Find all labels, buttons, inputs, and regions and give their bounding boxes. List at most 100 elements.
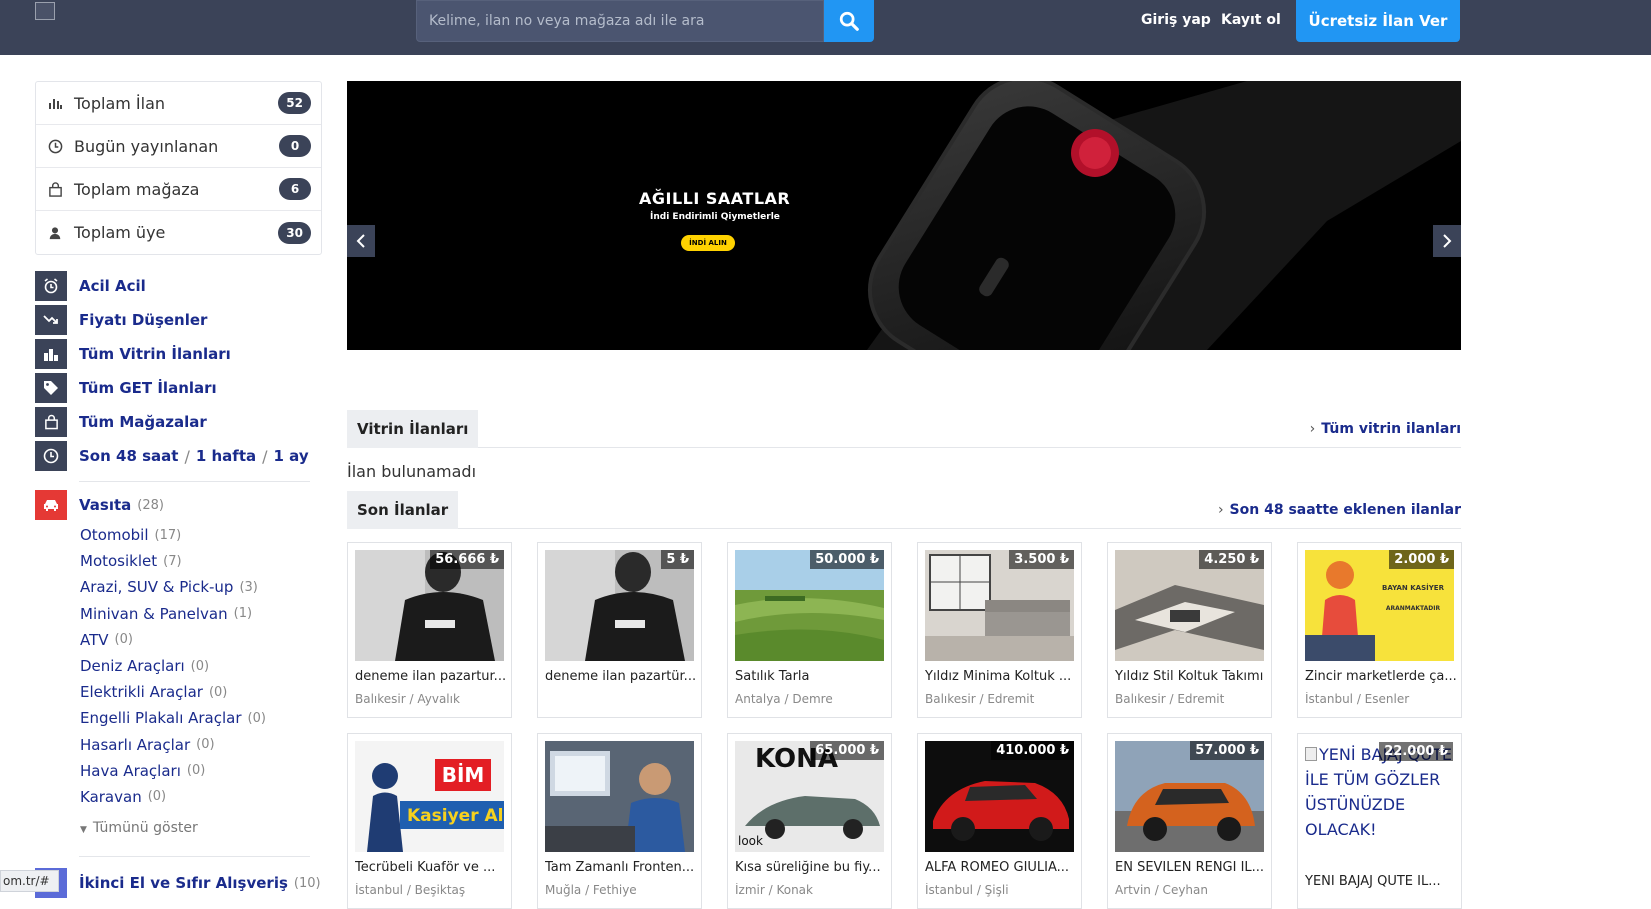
chevron-right-icon: › <box>1217 502 1224 518</box>
smartwatch-image <box>867 81 1461 350</box>
listing-thumbnail <box>545 741 694 852</box>
stat-total-members: Toplam üye 30 <box>36 211 321 254</box>
listing-card[interactable]: 3.500 ₺ Yıldız Minima Koltuk ... Balıkes… <box>917 542 1082 718</box>
quick-link-get[interactable]: Tüm GET İlanları <box>35 371 310 405</box>
listing-card[interactable]: Tam Zamanlı Fronten... Muğla / Fethiye <box>537 733 702 909</box>
listing-card[interactable]: 57.000 ₺ EN SEVİLEN RENGİ İL... Artvin /… <box>1107 733 1272 909</box>
listing-title: Zincir marketlerde ça... <box>1305 669 1457 684</box>
price-badge: 410.000 ₺ <box>991 741 1074 760</box>
site-logo[interactable] <box>35 2 55 20</box>
listing-title: Yıldız Minima Koltuk ... <box>925 669 1072 684</box>
subcategory-item[interactable]: Hava Araçları (0) <box>80 758 266 784</box>
link-label: Tüm vitrin ilanları <box>1321 421 1461 437</box>
quick-link-label: Tüm Vitrin İlanları <box>79 345 231 363</box>
subcategory-count: (0) <box>208 684 228 700</box>
tab-showcase[interactable]: Vitrin İlanları <box>347 410 479 448</box>
subcategory-item[interactable]: ATV (0) <box>80 627 266 653</box>
quick-link-urgent[interactable]: Acil Acil <box>35 269 310 303</box>
banner-next-button[interactable] <box>1433 225 1461 257</box>
subcategory-label: Elektrikli Araçlar <box>80 683 203 702</box>
listing-card[interactable]: 4.250 ₺ Yıldız Stil Koltuk Takımı Balıke… <box>1107 542 1272 718</box>
listing-location: Balıkesir / Ayvalık <box>355 692 460 706</box>
listing-location: Muğla / Fethiye <box>545 883 637 897</box>
ad-text-bayan: BAYAN KASİYER <box>1382 583 1445 592</box>
listing-location: İzmir / Konak <box>735 883 813 897</box>
subcategory-item[interactable]: Minivan & Panelvan (1) <box>80 601 266 627</box>
show-all-link[interactable]: ▼ Tümünü göster <box>80 820 198 836</box>
user-icon <box>48 226 74 240</box>
time-link-1-month[interactable]: 1 ay <box>274 447 309 465</box>
category-count: (10) <box>293 875 321 891</box>
listing-title: YENİ BAJAJ QUTE İL... <box>1305 874 1441 889</box>
subcategory-item[interactable]: Karavan (0) <box>80 784 266 810</box>
stat-label: Toplam İlan <box>74 93 166 113</box>
last-48h-link[interactable]: › Son 48 saatte eklenen ilanlar <box>1218 491 1461 529</box>
price-badge: 5 ₺ <box>661 550 694 569</box>
listing-title: Tam Zamanlı Fronten... <box>545 860 695 875</box>
divider <box>79 856 310 857</box>
listing-card[interactable]: 50.000 ₺ Satılık Tarla Antalya / Demre <box>727 542 892 718</box>
listing-location: İstanbul / Şişli <box>925 883 1009 897</box>
login-link[interactable]: Giriş yap <box>1141 12 1211 28</box>
listing-thumbnail: 57.000 ₺ <box>1115 741 1264 852</box>
listing-thumbnail: 410.000 ₺ <box>925 741 1074 852</box>
subcategory-item[interactable]: Engelli Plakalı Araçlar (0) <box>80 705 266 731</box>
listing-thumbnail: 3.500 ₺ <box>925 550 1074 661</box>
subcategory-item[interactable]: Otomobil (17) <box>80 522 266 548</box>
listing-card[interactable]: 5 ₺ deneme ilan pazartür... <box>537 542 702 718</box>
price-badge: 4.250 ₺ <box>1199 550 1264 569</box>
subcategory-item[interactable]: Arazi, SUV & Pick-up (3) <box>80 574 266 600</box>
time-link-48h[interactable]: Son 48 saat <box>79 447 178 465</box>
latest-section-header: Son İlanlar › Son 48 saatte eklenen ilanl… <box>347 491 1461 529</box>
price-badge: 3.500 ₺ <box>1009 550 1074 569</box>
time-link-1-week[interactable]: 1 hafta <box>196 447 256 465</box>
empty-state-message: İlan bulunamadı <box>347 462 477 481</box>
listing-location: İstanbul / Beşiktaş <box>355 883 466 897</box>
subcategory-count: (0) <box>190 658 210 674</box>
listing-thumbnail: KONA look 65.000 ₺ <box>735 741 884 852</box>
post-free-ad-button[interactable]: Ücretsiz İlan Ver <box>1296 0 1460 42</box>
category-title: Vasıta <box>79 496 132 514</box>
listing-card[interactable]: BİM Kasiyer Al Tecrübeli Kuaför ve ... İs… <box>347 733 512 909</box>
ad-text-aranmaktadir: ARANMAKTADIR <box>1386 605 1441 612</box>
price-badge: 57.000 ₺ <box>1190 741 1264 760</box>
price-badge: 50.000 ₺ <box>810 550 884 569</box>
listing-card[interactable]: KONA look 65.000 ₺ Kısa süreliğine bu fiy… <box>727 733 892 909</box>
category-shopping[interactable]: İkinci El ve Sıfır Alışveriş (10) <box>35 868 321 898</box>
subcategory-item[interactable]: Elektrikli Araçlar (0) <box>80 679 266 705</box>
subcategory-count: (0) <box>247 710 266 726</box>
category-title: İkinci El ve Sıfır Alışveriş <box>79 874 288 892</box>
listing-card[interactable]: 56.666 ₺ deneme ilan pazartur... Balıkes… <box>347 542 512 718</box>
subcategory-item[interactable]: Motosiklet (7) <box>80 548 266 574</box>
listing-card[interactable]: YENİ BAJAJ QUTE İLE TÜM GÖZLER ÜSTÜNÜZDE… <box>1297 733 1462 909</box>
subcategory-item[interactable]: Deniz Araçları (0) <box>80 653 266 679</box>
register-link[interactable]: Kayıt ol <box>1221 12 1281 28</box>
listing-card[interactable]: 410.000 ₺ ALFA ROMEO GIULIA... İstanbul … <box>917 733 1082 909</box>
shopping-bag-icon <box>48 181 74 197</box>
search-button[interactable] <box>824 0 874 42</box>
subcategory-item[interactable]: Hasarlı Araçlar (0) <box>80 732 266 758</box>
tab-latest[interactable]: Son İlanlar <box>347 491 459 529</box>
stat-today-published: Bugün yayınlanan 0 <box>36 125 321 168</box>
shopping-bag-icon <box>35 407 67 437</box>
site-stats-box: Toplam İlan 52 Bugün yayınlanan 0 Toplam… <box>35 81 322 255</box>
banner-prev-button[interactable] <box>347 225 375 257</box>
search-icon <box>839 11 859 31</box>
quick-link-stores[interactable]: Tüm Mağazalar <box>35 405 310 439</box>
listing-card[interactable]: BAYAN KASİYER ARANMAKTADIR 2.000 ₺ Zincir… <box>1297 542 1462 718</box>
all-showcase-link[interactable]: › Tüm vitrin ilanları <box>1310 410 1461 448</box>
quick-link-showcase[interactable]: Tüm Vitrin İlanları <box>35 337 310 371</box>
stat-count-badge: 6 <box>279 178 311 200</box>
bar-chart-icon <box>48 97 74 109</box>
category-count: (28) <box>137 497 164 513</box>
hero-banner[interactable]: AĞILLI SAATLAR İndi Endirimli Qiymetlerl… <box>347 81 1461 350</box>
subcategory-label: Motosiklet <box>80 552 158 571</box>
subcategory-label: Karavan <box>80 787 142 806</box>
quick-link-time-filter: Son 48 saat / 1 hafta / 1 ay <box>35 439 310 473</box>
search-input[interactable] <box>417 1 823 41</box>
subcategory-count: (17) <box>154 527 182 543</box>
quick-link-price-drop[interactable]: Fiyatı Düşenler <box>35 303 310 337</box>
listing-title: Satılık Tarla <box>735 669 810 684</box>
category-vehicles[interactable]: Vasıta (28) <box>35 490 164 520</box>
banner-cta-button[interactable]: İNDİ ALIN <box>681 235 735 251</box>
